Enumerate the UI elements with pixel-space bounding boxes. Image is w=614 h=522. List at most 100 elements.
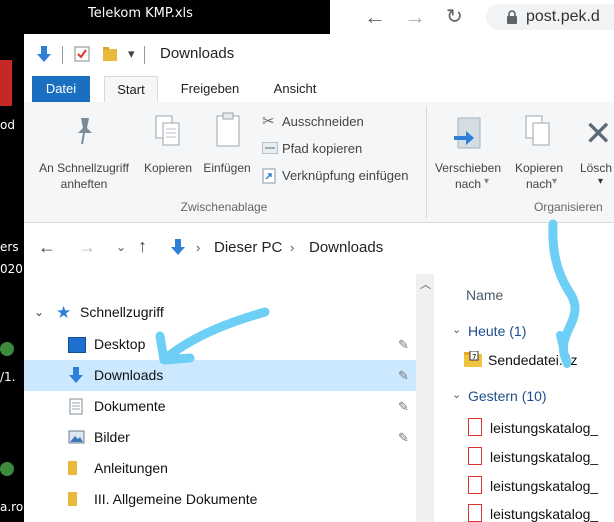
properties-check-icon[interactable]: [74, 46, 90, 62]
group-header-yesterday[interactable]: ⌄ Gestern (10): [434, 384, 614, 408]
nav-item-label: Dokumente: [94, 398, 166, 414]
copy-to-icon: [525, 115, 550, 146]
nav-item-pictures[interactable]: Bilder ✎: [24, 422, 416, 453]
delete-label: Lösch: [580, 161, 613, 175]
nav-quick-access-label: Schnellzugriff: [80, 304, 164, 320]
nav-item-label: Desktop: [94, 336, 146, 352]
pinned-icon[interactable]: ✎: [398, 391, 409, 422]
paste-shortcut-label: Verknüpfung einfügen: [282, 168, 409, 183]
title-bar: ▾ Downloads: [24, 34, 614, 76]
file-name: leistungskatalog_: [490, 506, 599, 522]
navigation-bar: ← → ⌄ ↑ › Dieser PC › Downloads: [24, 229, 614, 269]
address-bar[interactable]: post.pek.d: [486, 4, 614, 30]
forward-icon[interactable]: →: [78, 237, 96, 258]
paste-icon: [216, 112, 240, 147]
nav-item-downloads[interactable]: Downloads ✎: [24, 360, 416, 391]
file-name: leistungskatalog_: [490, 420, 599, 436]
list-item[interactable]: leistungskatalog_: [468, 503, 614, 522]
expand-chevron-icon[interactable]: ⌄: [34, 297, 44, 328]
pdf-file-icon: [468, 504, 482, 522]
nav-item-label: Bilder: [94, 429, 130, 445]
scissors-icon: ✂: [262, 113, 275, 130]
archive-folder-icon: 7: [464, 351, 482, 367]
tab-view[interactable]: Ansicht: [264, 76, 326, 102]
background-fragment: od: [0, 118, 15, 132]
background-green-icon: [0, 342, 14, 356]
move-to-button[interactable]: Verschieben nach ▾: [430, 108, 506, 196]
lock-icon: [507, 10, 517, 24]
collapse-chevron-icon[interactable]: ⌄: [452, 323, 461, 336]
shortcut-icon: [262, 168, 276, 184]
paste-shortcut-button[interactable]: Verknüpfung einfügen: [262, 166, 432, 186]
group-header-today[interactable]: ⌄ Heute (1): [434, 319, 614, 343]
list-item[interactable]: leistungskatalog_: [468, 475, 614, 499]
pin-label-line1: An Schnellzugriff: [39, 161, 129, 175]
background-red-strip: [0, 60, 12, 106]
navigation-pane: ⌄ ★ Schnellzugriff Desktop ✎ Downloads ✎: [24, 279, 416, 522]
folder-icon: [68, 461, 77, 475]
paste-button[interactable]: Einfügen: [196, 108, 258, 188]
cut-button[interactable]: ✂ Ausschneiden: [262, 112, 432, 132]
back-icon[interactable]: ←: [38, 237, 56, 258]
column-header-name[interactable]: Name: [466, 287, 503, 303]
nav-quick-access[interactable]: ⌄ ★ Schnellzugriff: [24, 297, 416, 328]
nav-scrollbar[interactable]: ︿: [416, 274, 434, 522]
list-item[interactable]: leistungskatalog_: [468, 417, 614, 441]
download-arrow-icon[interactable]: [36, 46, 52, 64]
file-list: Name ⌄ Heute (1) 7 Sendedatei.7z ⌄ Geste…: [434, 279, 614, 522]
pdf-file-icon: [468, 418, 482, 436]
copy-path-label: Pfad kopieren: [282, 141, 363, 156]
back-arrow-icon[interactable]: ←: [364, 4, 386, 30]
collapse-chevron-icon[interactable]: ⌄: [452, 388, 461, 401]
list-item[interactable]: 7 Sendedatei.7z: [464, 349, 614, 373]
background-fragment: ers: [0, 240, 19, 254]
delete-button[interactable]: ✕ Lösch ▾: [572, 108, 614, 196]
nav-item-guides[interactable]: Anleitungen: [24, 453, 416, 484]
copy-button[interactable]: Kopieren: [138, 108, 198, 188]
move-to-icon: [454, 117, 481, 149]
document-icon: [69, 398, 83, 415]
copy-to-label2: nach: [525, 177, 553, 191]
group-organize-label: Organisieren: [534, 200, 603, 214]
pinned-icon[interactable]: ✎: [398, 422, 409, 453]
path-icon: [262, 142, 278, 154]
group-clipboard-label: Zwischenablage: [180, 200, 268, 214]
copy-to-button[interactable]: Kopieren nach ▾: [508, 108, 570, 196]
file-name: leistungskatalog_: [490, 478, 599, 494]
up-icon[interactable]: ↑: [138, 236, 147, 257]
pin-label-line2: anheften: [60, 177, 108, 191]
address-path[interactable]: › Dieser PC › Downloads: [164, 233, 614, 263]
scroll-up-icon[interactable]: ︿: [420, 276, 431, 292]
download-arrow-icon: [171, 239, 185, 255]
chevron-right-icon: ›: [196, 240, 201, 255]
list-item[interactable]: leistungskatalog_: [468, 446, 614, 470]
move-to-dropdown-icon: ▾: [484, 176, 490, 187]
breadcrumb-pc[interactable]: Dieser PC: [214, 239, 282, 256]
pin-to-quick-access-button[interactable]: An Schnellzugriff anheften: [28, 108, 140, 191]
tab-share[interactable]: Freigeben: [172, 76, 248, 102]
nav-item-documents[interactable]: Dokumente ✎: [24, 391, 416, 422]
new-folder-icon[interactable]: [102, 46, 118, 62]
pdf-file-icon: [468, 447, 482, 465]
nav-item-label: Anleitungen: [94, 460, 168, 476]
copy-path-button[interactable]: Pfad kopieren: [262, 139, 432, 159]
nav-item-general-documents[interactable]: III. Allgemeine Dokumente: [24, 484, 416, 515]
group-today-label: Heute (1): [468, 323, 527, 339]
reload-icon[interactable]: ↻: [446, 4, 463, 29]
pinned-icon[interactable]: ✎: [398, 329, 409, 360]
tab-file[interactable]: Datei: [32, 76, 90, 102]
breadcrumb-downloads[interactable]: Downloads: [309, 239, 383, 256]
quick-access-dropdown-icon[interactable]: ▾: [128, 46, 135, 62]
pin-icon: [78, 118, 92, 145]
pinned-icon[interactable]: ✎: [398, 360, 409, 391]
desktop-icon: [68, 337, 86, 353]
copy-label: Kopieren: [143, 161, 193, 175]
svg-text:7: 7: [472, 353, 476, 361]
nav-item-label: III. Allgemeine Dokumente: [94, 491, 258, 507]
forward-arrow-icon[interactable]: →: [404, 4, 426, 30]
pdf-file-icon: [468, 476, 482, 494]
tab-start[interactable]: Start: [104, 76, 158, 104]
nav-item-desktop[interactable]: Desktop ✎: [24, 329, 416, 360]
background-fragment: a.ro: [0, 500, 24, 514]
recent-locations-icon[interactable]: ⌄: [116, 240, 126, 254]
